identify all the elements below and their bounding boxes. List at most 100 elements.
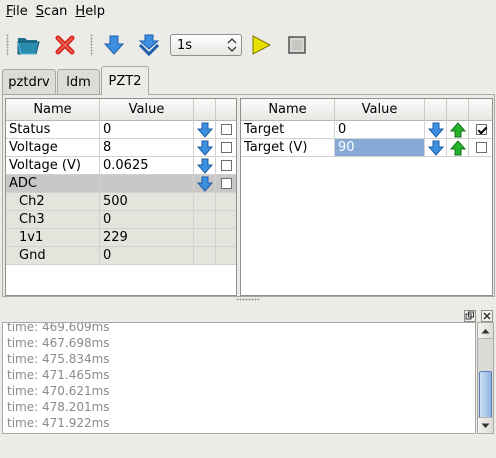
- row-checkbox[interactable]: [221, 124, 232, 135]
- row-checkbox-cell[interactable]: [216, 157, 236, 175]
- menu-scan[interactable]: Scan: [32, 1, 72, 23]
- tab-pzt2-label: PZT2: [108, 73, 142, 89]
- read-arrow-icon: [196, 176, 213, 192]
- row-value[interactable]: 0.0625: [100, 157, 194, 175]
- read-button[interactable]: [425, 121, 447, 139]
- row-checkbox-cell[interactable]: [469, 139, 492, 157]
- log-line: time: 471.465ms: [7, 368, 110, 382]
- log-line: time: 467.698ms: [7, 336, 110, 350]
- row-checkbox-cell[interactable]: [469, 121, 492, 139]
- row-name: Target: [241, 121, 335, 139]
- table-row[interactable]: Gnd 0: [6, 247, 236, 265]
- read-arrow-icon: [196, 140, 213, 156]
- open-button[interactable]: [16, 32, 42, 58]
- interval-select[interactable]: 1s: [170, 34, 242, 56]
- row-checkbox-cell[interactable]: [216, 175, 236, 193]
- row-value[interactable]: 500: [100, 193, 194, 211]
- menu-scan-mnemonic: S: [35, 4, 45, 19]
- row-checkbox-cell: [216, 211, 236, 229]
- table-row[interactable]: Target 0: [241, 121, 492, 139]
- toolbar-grip[interactable]: [90, 34, 93, 56]
- arrow-down-icon: [481, 423, 490, 428]
- column-value-header[interactable]: Value: [335, 99, 425, 121]
- column-check-header[interactable]: [216, 99, 236, 121]
- read-button: [194, 193, 216, 211]
- read-arrow-icon: [427, 122, 444, 138]
- group-row[interactable]: ADC: [6, 175, 236, 193]
- row-name: Ch3: [6, 211, 100, 229]
- row-value[interactable]: 0: [100, 121, 194, 139]
- row-name: Gnd: [6, 247, 100, 265]
- tab-pzt2[interactable]: PZT2: [101, 66, 149, 95]
- row-checkbox[interactable]: [475, 124, 487, 135]
- row-value[interactable]: 0: [100, 247, 194, 265]
- column-name-header[interactable]: Name: [6, 99, 100, 121]
- tab-pztdrv[interactable]: pztdrv: [2, 69, 56, 94]
- splitter-handle[interactable]: [236, 298, 260, 301]
- write-button[interactable]: [447, 139, 469, 157]
- table-row[interactable]: Voltage 8: [6, 139, 236, 157]
- write-button[interactable]: [447, 121, 469, 139]
- open-folder-icon: [17, 38, 40, 55]
- toolbar-grip[interactable]: [6, 34, 9, 56]
- column-read-header[interactable]: [425, 99, 447, 121]
- table-row[interactable]: Status 0: [6, 121, 236, 139]
- row-value[interactable]: [100, 175, 194, 193]
- row-checkbox-cell[interactable]: [216, 139, 236, 157]
- row-checkbox-cell[interactable]: [216, 121, 236, 139]
- table-row[interactable]: 1v1 229: [6, 229, 236, 247]
- menu-help-mnemonic: H: [75, 4, 86, 19]
- log-output[interactable]: time: 469.609ms time: 467.698ms time: 475.…: [2, 322, 476, 434]
- column-value-header[interactable]: Value: [100, 99, 194, 121]
- download-button[interactable]: [101, 32, 127, 58]
- stop-button[interactable]: [284, 32, 310, 58]
- row-value-input[interactable]: 0: [335, 121, 425, 139]
- read-button[interactable]: [194, 157, 216, 175]
- row-name: Target (V): [241, 139, 335, 157]
- menu-help-label: elp: [85, 4, 106, 19]
- play-button[interactable]: [248, 32, 274, 58]
- row-checkbox-cell: [216, 229, 236, 247]
- tab-ldm[interactable]: ldm: [57, 69, 100, 94]
- tab-panel: Name Value Status 0 Voltage 8 Voltage (V) 0.0…: [2, 94, 495, 297]
- row-value[interactable]: 0: [100, 211, 194, 229]
- column-write-header[interactable]: [447, 99, 469, 121]
- download-all-button[interactable]: [136, 32, 162, 58]
- menu-file[interactable]: File: [2, 1, 32, 23]
- spin-arrows-icon[interactable]: [223, 35, 241, 55]
- table-row[interactable]: Ch2 500: [6, 193, 236, 211]
- row-checkbox[interactable]: [221, 160, 232, 171]
- table-header: Name Value: [6, 99, 236, 121]
- row-name: Voltage: [6, 139, 100, 157]
- log-scrollbar[interactable]: [477, 322, 494, 434]
- read-arrow-icon: [427, 140, 444, 156]
- read-button[interactable]: [194, 121, 216, 139]
- row-checkbox[interactable]: [221, 178, 232, 189]
- write-arrow-icon: [449, 139, 466, 155]
- scroll-up-button[interactable]: [478, 323, 493, 339]
- read-button[interactable]: [194, 175, 216, 193]
- row-checkbox[interactable]: [475, 142, 487, 153]
- column-check-header[interactable]: [469, 99, 492, 121]
- download-icon: [103, 35, 125, 55]
- row-checkbox[interactable]: [221, 142, 232, 153]
- table-row[interactable]: Target (V) 90: [241, 139, 492, 157]
- row-name: ADC: [6, 175, 100, 193]
- menu-help[interactable]: Help: [71, 1, 109, 23]
- row-value[interactable]: 229: [100, 229, 194, 247]
- table-row[interactable]: Ch3 0: [6, 211, 236, 229]
- right-parameter-table: Name Value Target 0 Target (V) 90: [240, 98, 493, 296]
- table-row[interactable]: Voltage (V) 0.0625: [6, 157, 236, 175]
- menu-scan-label: can: [44, 4, 68, 19]
- row-value-input[interactable]: 90: [335, 139, 425, 157]
- scroll-down-button[interactable]: [478, 417, 493, 433]
- row-value[interactable]: 8: [100, 139, 194, 157]
- read-button[interactable]: [194, 139, 216, 157]
- close-dock-button[interactable]: [481, 310, 493, 322]
- read-button[interactable]: [425, 139, 447, 157]
- column-name-header[interactable]: Name: [241, 99, 335, 121]
- scroll-thumb[interactable]: [479, 371, 492, 419]
- float-dock-button[interactable]: [464, 310, 476, 322]
- delete-button[interactable]: [52, 32, 78, 58]
- column-read-header[interactable]: [194, 99, 216, 121]
